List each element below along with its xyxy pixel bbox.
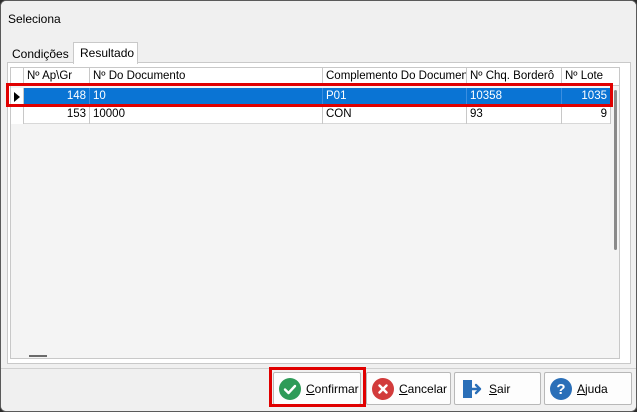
selection-dialog: Seleciona Condições Resultado Nº Ap\Gr N…: [0, 0, 637, 412]
cancel-button[interactable]: Cancelar: [366, 372, 451, 405]
horizontal-scroll-thumb[interactable]: [29, 355, 47, 357]
results-panel: Nº Ap\Gr Nº Do Documento Complemento Do …: [7, 62, 631, 364]
button-bar: Confirmar Cancelar Sair ? Ajuda: [1, 368, 636, 411]
cell-document-number[interactable]: 10000: [90, 106, 323, 124]
exit-door-icon: [460, 378, 482, 400]
vertical-scrollbar[interactable]: [611, 86, 619, 358]
cell-lot-number[interactable]: 9: [562, 106, 611, 124]
title-bar: Seleciona: [1, 1, 636, 35]
column-header-document-complement[interactable]: Complemento Do Documento: [323, 68, 467, 86]
window-title: Seleciona: [8, 12, 61, 26]
header-indicator-cell: [11, 68, 24, 86]
cell-document-number[interactable]: 10: [90, 88, 323, 106]
check-icon: [279, 377, 301, 400]
exit-button[interactable]: Sair: [454, 372, 541, 405]
table-row[interactable]: 153 10000 CON 93 9: [11, 106, 619, 124]
tab-results[interactable]: Resultado: [73, 42, 138, 64]
svg-text:?: ?: [556, 381, 565, 398]
cancel-label: Cancelar: [399, 381, 448, 396]
column-header-document-number[interactable]: Nº Do Documento: [90, 68, 323, 86]
column-header-ap-gr[interactable]: Nº Ap\Gr: [24, 68, 90, 86]
exit-label: Sair: [489, 381, 511, 396]
confirm-button[interactable]: Confirmar: [273, 372, 361, 405]
cancel-x-icon: [372, 377, 394, 400]
column-header-lot-number[interactable]: Nº Lote: [562, 68, 619, 86]
help-question-icon: ?: [550, 377, 572, 400]
cell-check-border[interactable]: 10358: [467, 88, 562, 106]
table-row[interactable]: 148 10 P01 10358 1035: [11, 88, 619, 106]
vertical-scroll-thumb[interactable]: [614, 90, 617, 250]
cell-ap-gr[interactable]: 148: [24, 88, 90, 106]
current-row-arrow-icon: [14, 92, 20, 102]
cell-ap-gr[interactable]: 153: [24, 106, 90, 124]
help-button[interactable]: ? Ajuda: [544, 372, 632, 405]
tab-conditions[interactable]: Condições: [7, 45, 71, 63]
cell-check-border[interactable]: 93: [467, 106, 562, 124]
cell-lot-number[interactable]: 1035: [562, 88, 611, 106]
results-grid[interactable]: Nº Ap\Gr Nº Do Documento Complemento Do …: [10, 67, 620, 359]
grid-header: Nº Ap\Gr Nº Do Documento Complemento Do …: [11, 68, 619, 86]
column-header-check-border[interactable]: Nº Chq. Borderô: [467, 68, 562, 86]
row-indicator: [11, 106, 24, 124]
row-indicator: [11, 88, 24, 106]
cell-document-complement[interactable]: CON: [323, 106, 467, 124]
help-label: Ajuda: [577, 381, 608, 396]
cell-document-complement[interactable]: P01: [323, 88, 467, 106]
confirm-label: Confirmar: [306, 381, 359, 396]
